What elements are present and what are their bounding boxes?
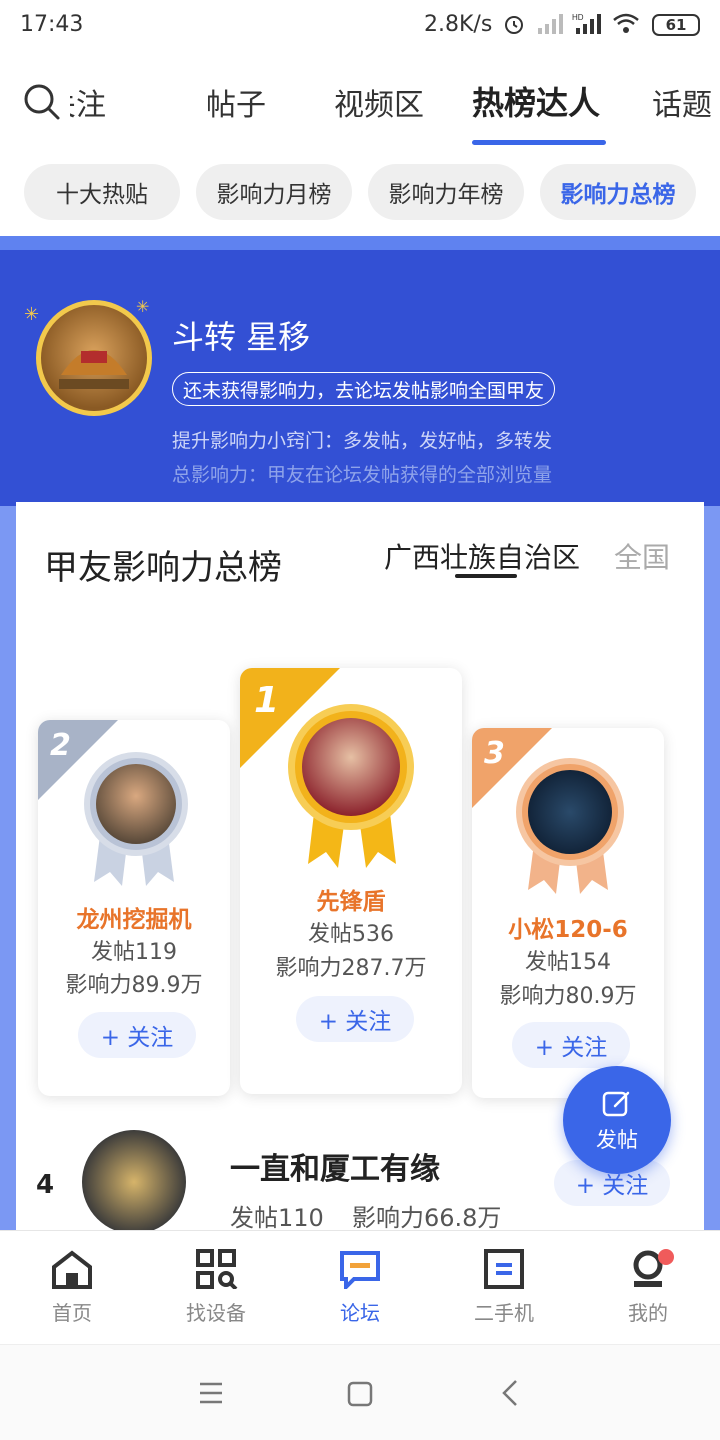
menu-icon[interactable] bbox=[198, 1381, 224, 1405]
region-tab-indicator bbox=[455, 574, 517, 578]
follow-button[interactable]: + 关注 bbox=[296, 996, 414, 1042]
nav-home[interactable]: 首页 bbox=[12, 1249, 132, 1325]
nav-forum-label: 论坛 bbox=[340, 1301, 380, 1325]
rank-number-3: 3 bbox=[484, 736, 505, 771]
nav-find-device[interactable]: 找设备 bbox=[156, 1249, 276, 1325]
status-bar: 17:43 2.8K/s HD 61 bbox=[0, 0, 720, 52]
nav-used-machine-label: 二手机 bbox=[474, 1301, 534, 1325]
tab-topics-clip: 话题 bbox=[652, 80, 720, 124]
silver-medal-avatar bbox=[84, 752, 188, 856]
podium-posts: 发帖119 bbox=[91, 940, 177, 965]
list-influence: 影响力66.8万 bbox=[352, 1204, 502, 1232]
rank-number-2: 2 bbox=[50, 728, 71, 763]
bottom-nav: 首页 找设备 论坛 二手机 我的 bbox=[0, 1230, 720, 1344]
back-icon[interactable] bbox=[500, 1379, 520, 1407]
influence-notice[interactable]: 还未获得影响力，去论坛发帖影响全国甲友 bbox=[172, 372, 556, 406]
profile-icon bbox=[633, 1250, 663, 1287]
list-avatar[interactable] bbox=[82, 1130, 186, 1234]
battery-level: 61 bbox=[665, 16, 687, 34]
podium-name: 龙州挖掘机 bbox=[76, 907, 192, 933]
rank-number-1: 1 bbox=[254, 680, 280, 721]
podium-influence: 影响力80.9万 bbox=[499, 984, 637, 1009]
avatar-photo bbox=[96, 764, 176, 844]
compose-label: 发帖 bbox=[596, 1128, 638, 1152]
list-posts: 发帖110 bbox=[230, 1204, 324, 1232]
user-name: 斗转 星移 bbox=[172, 318, 311, 356]
signal-icon bbox=[538, 14, 563, 34]
list-name: 一直和厦工有缘 bbox=[230, 1152, 440, 1187]
alarm-icon bbox=[505, 16, 523, 34]
nav-home-label: 首页 bbox=[52, 1301, 92, 1325]
nav-used-machine[interactable]: 二手机 bbox=[444, 1249, 564, 1325]
svg-text:HD: HD bbox=[572, 13, 584, 22]
region-tab-national[interactable]: 全国 bbox=[614, 536, 670, 576]
system-nav-bar bbox=[0, 1344, 720, 1440]
home-icon bbox=[52, 1250, 92, 1289]
podium-name: 小松120-6 bbox=[508, 917, 628, 943]
influence-definition: 总影响力：甲友在论坛发帖获得的全部浏览量 bbox=[172, 464, 553, 486]
tab-topics[interactable]: 话题 bbox=[652, 80, 712, 124]
follow-button[interactable]: + 关注 bbox=[78, 1012, 196, 1058]
follow-button[interactable]: + 关注 bbox=[512, 1022, 630, 1068]
active-tab-indicator bbox=[472, 140, 606, 145]
tab-hot-talent[interactable]: 热榜达人 bbox=[472, 78, 600, 124]
compose-post-button[interactable]: 发帖 bbox=[563, 1066, 671, 1174]
wifi-icon bbox=[613, 13, 639, 33]
nav-profile[interactable]: 我的 bbox=[588, 1249, 708, 1325]
battery-icon: 61 bbox=[652, 14, 700, 36]
user-avatar[interactable] bbox=[36, 300, 152, 416]
podium-influence: 影响力89.9万 bbox=[65, 973, 203, 998]
chip-top10[interactable]: 十大热贴 bbox=[24, 164, 180, 220]
nav-find-device-label: 找设备 bbox=[186, 1301, 246, 1325]
tab-follow-clip: 关注 bbox=[70, 80, 126, 124]
avatar-photo bbox=[528, 770, 612, 854]
tab-posts[interactable]: 帖子 bbox=[206, 80, 266, 124]
top-nav-tabs: 关注 帖子 视频区 热榜达人 话题 bbox=[0, 60, 720, 150]
podium-card-2[interactable]: 2 龙州挖掘机 发帖119 影响力89.9万 + 关注 bbox=[38, 720, 230, 1096]
banner-top-band bbox=[0, 236, 720, 250]
find-device-icon bbox=[196, 1249, 238, 1291]
podium-influence: 影响力287.7万 bbox=[275, 956, 427, 981]
home-square-icon[interactable] bbox=[347, 1381, 373, 1407]
chip-total[interactable]: 影响力总榜 bbox=[540, 164, 696, 220]
tab-follow[interactable]: 关注 bbox=[70, 80, 106, 124]
avatar-photo bbox=[302, 718, 400, 816]
signal-hd-icon: HD bbox=[572, 13, 601, 34]
podium-card-1[interactable]: 1 先锋盾 发帖536 影响力287.7万 + 关注 bbox=[240, 668, 462, 1094]
chip-yearly[interactable]: 影响力年榜 bbox=[368, 164, 524, 220]
podium-name: 先锋盾 bbox=[316, 889, 386, 915]
gold-medal-avatar bbox=[288, 704, 414, 830]
excavator-photo-icon bbox=[59, 350, 129, 389]
search-icon[interactable] bbox=[22, 82, 62, 122]
podium-posts: 发帖536 bbox=[308, 922, 394, 947]
notification-dot bbox=[658, 1249, 674, 1265]
board-title: 甲友影响力总榜 bbox=[44, 548, 282, 588]
status-time: 17:43 bbox=[20, 12, 84, 37]
nav-forum[interactable]: 论坛 bbox=[300, 1249, 420, 1325]
nav-profile-label: 我的 bbox=[628, 1301, 668, 1325]
svg-text:✳: ✳ bbox=[24, 304, 39, 325]
used-machine-icon bbox=[484, 1249, 524, 1289]
forum-icon bbox=[340, 1251, 380, 1292]
region-tab-local[interactable]: 广西壮族自治区 bbox=[384, 536, 580, 576]
edit-icon bbox=[602, 1091, 630, 1117]
chip-monthly[interactable]: 影响力月榜 bbox=[196, 164, 352, 220]
podium-card-3[interactable]: 3 小松120-6 发帖154 影响力80.9万 + 关注 bbox=[472, 728, 664, 1098]
network-speed: 2.8K/s bbox=[424, 12, 493, 37]
list-rank: 4 bbox=[36, 1170, 55, 1200]
podium-posts: 发帖154 bbox=[525, 950, 611, 975]
influence-tip: 提升影响力小窍门：多发帖，发好帖，多转发 bbox=[172, 430, 553, 452]
bronze-medal-avatar bbox=[516, 758, 624, 866]
ranking-subtabs: 十大热贴 影响力月榜 影响力年榜 影响力总榜 bbox=[0, 160, 720, 224]
tab-video[interactable]: 视频区 bbox=[334, 80, 424, 124]
